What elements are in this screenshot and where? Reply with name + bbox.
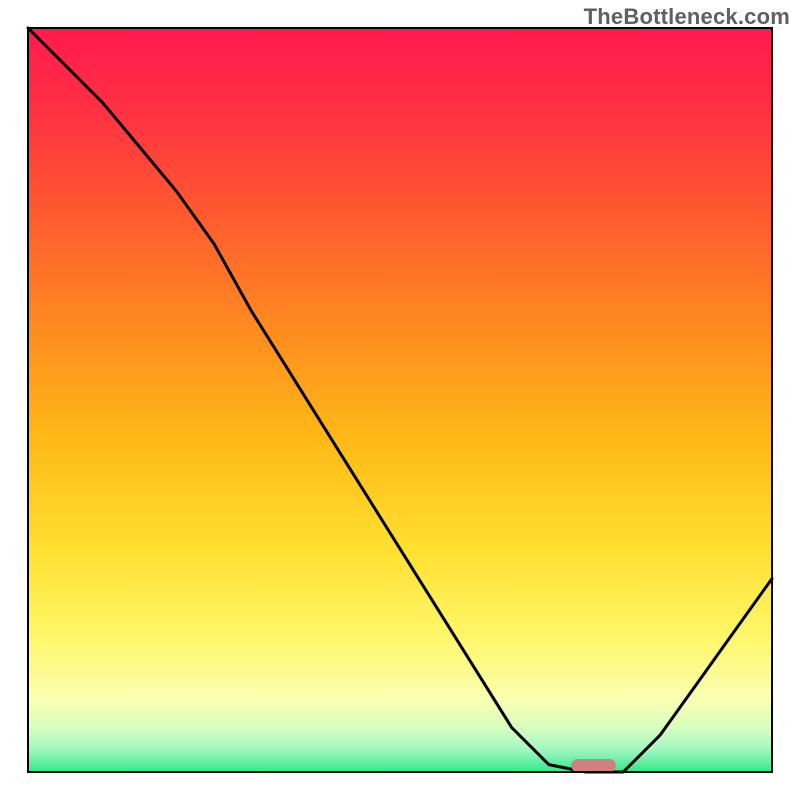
watermark-text: TheBottleneck.com — [584, 4, 790, 30]
bottleneck-chart — [0, 0, 800, 800]
plot-background — [28, 28, 772, 772]
optimal-marker — [571, 759, 616, 772]
chart-container: TheBottleneck.com — [0, 0, 800, 800]
